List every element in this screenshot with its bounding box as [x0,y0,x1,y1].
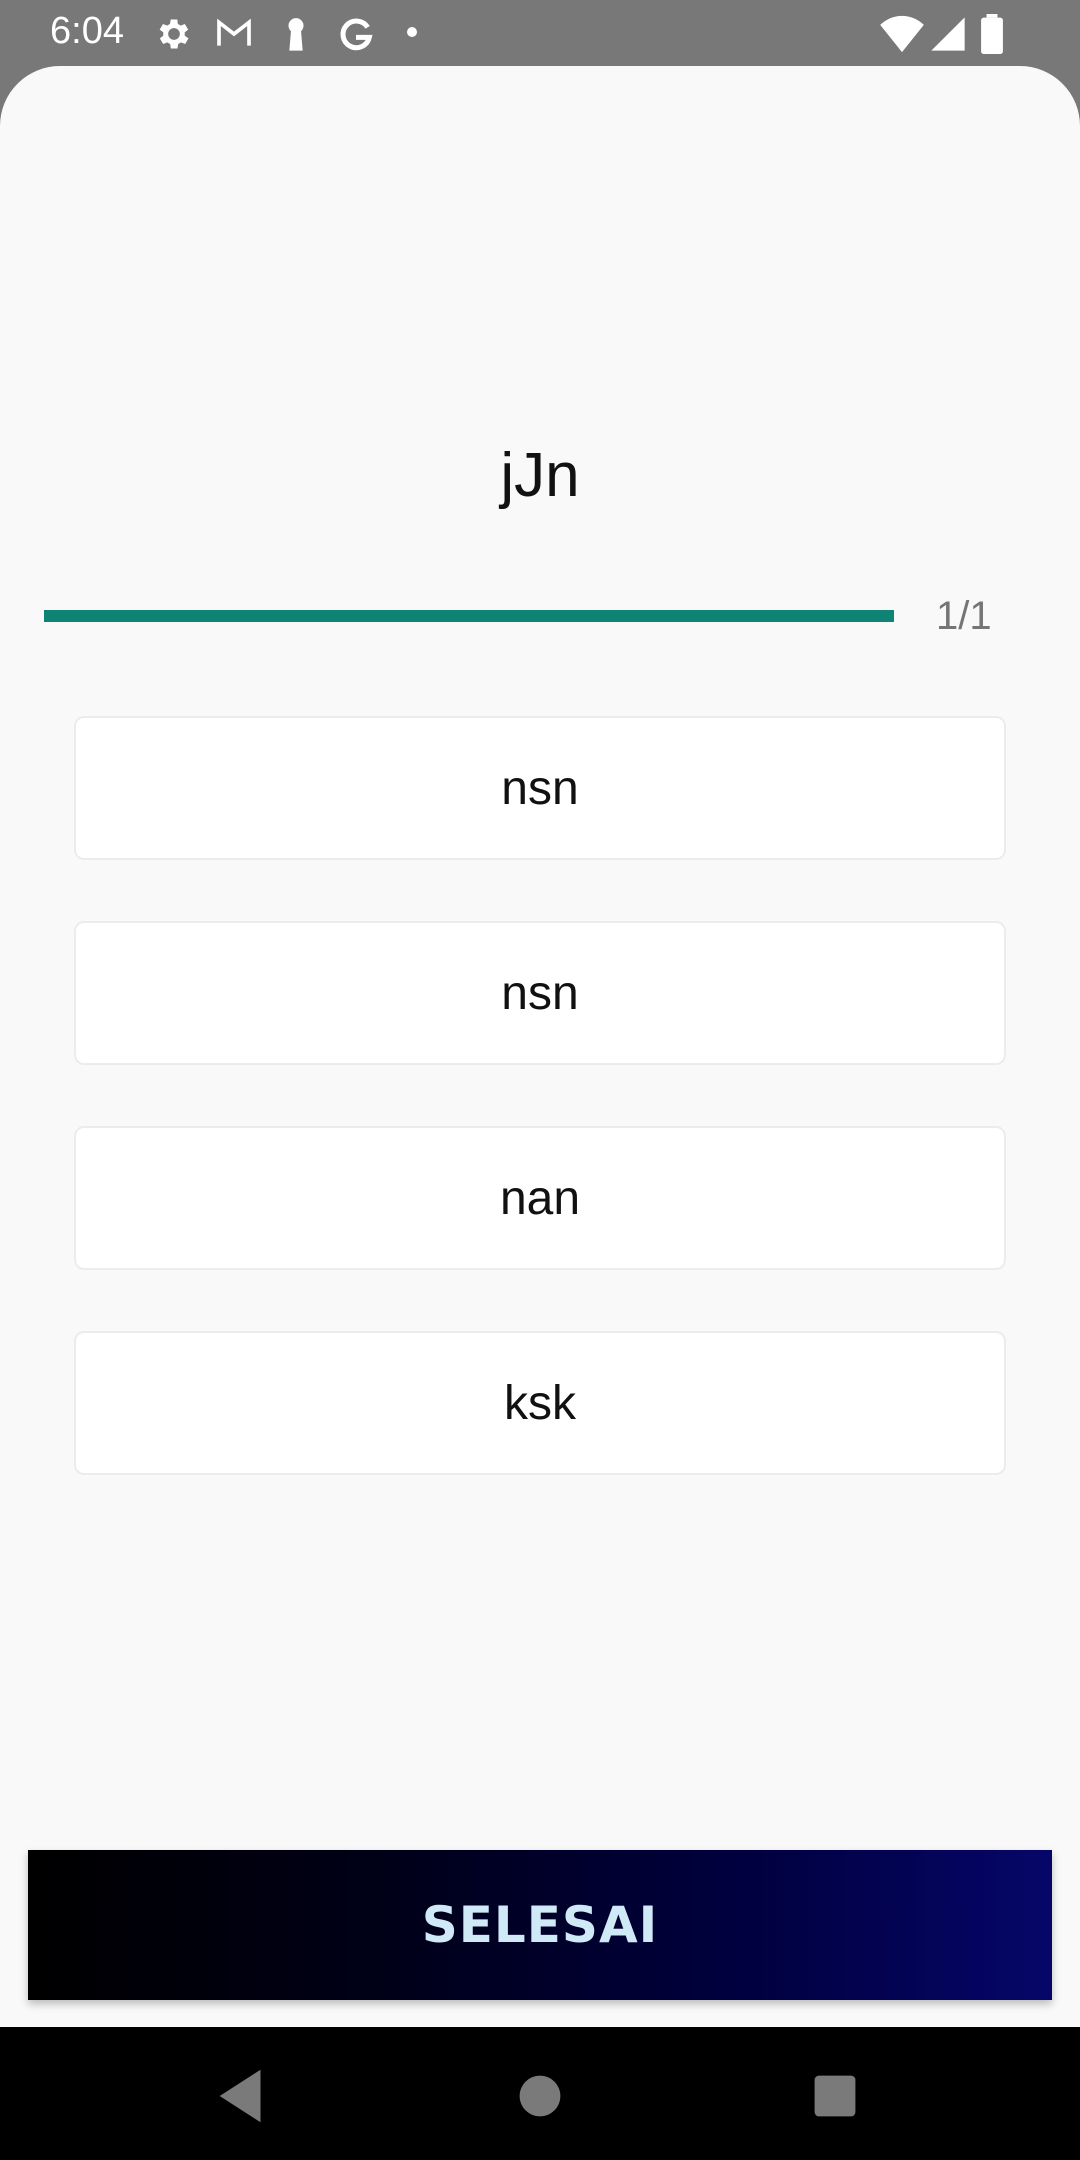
navigation-bar [0,2027,1080,2160]
google-icon [336,14,376,54]
signal-icon [928,14,968,54]
question-text: jJn [500,441,580,510]
battery-icon [980,14,1020,54]
back-icon[interactable] [208,2061,278,2131]
answer-option-label: ksk [504,1376,576,1430]
screen-corner [1020,66,1080,126]
progress-bar [44,610,894,622]
dot-icon [402,22,422,42]
answer-option-1[interactable]: nsn [74,716,1006,860]
home-icon[interactable] [505,2061,575,2131]
settings-icon [154,14,194,54]
answer-option-label: nsn [501,966,579,1020]
answer-option-label: nan [499,1171,581,1225]
screen-corner [0,66,60,126]
answer-option-2[interactable]: nsn [74,921,1006,1065]
answer-option-4[interactable]: ksk [74,1331,1006,1475]
progress-bar-fill [44,610,894,622]
gmail-icon [214,14,254,54]
progress-counter: 1/1 [936,594,992,638]
answer-option-3[interactable]: nan [74,1126,1006,1270]
answer-option-label: nsn [501,761,579,815]
finish-button-label: SELESAI [421,1896,659,1954]
status-time: 6:04 [50,10,124,52]
recents-icon[interactable] [800,2061,870,2131]
finish-button[interactable]: SELESAI [28,1850,1052,2000]
status-bar: 6:04 [0,0,1080,66]
wifi-icon [880,14,924,54]
keyhole-icon [276,14,316,54]
